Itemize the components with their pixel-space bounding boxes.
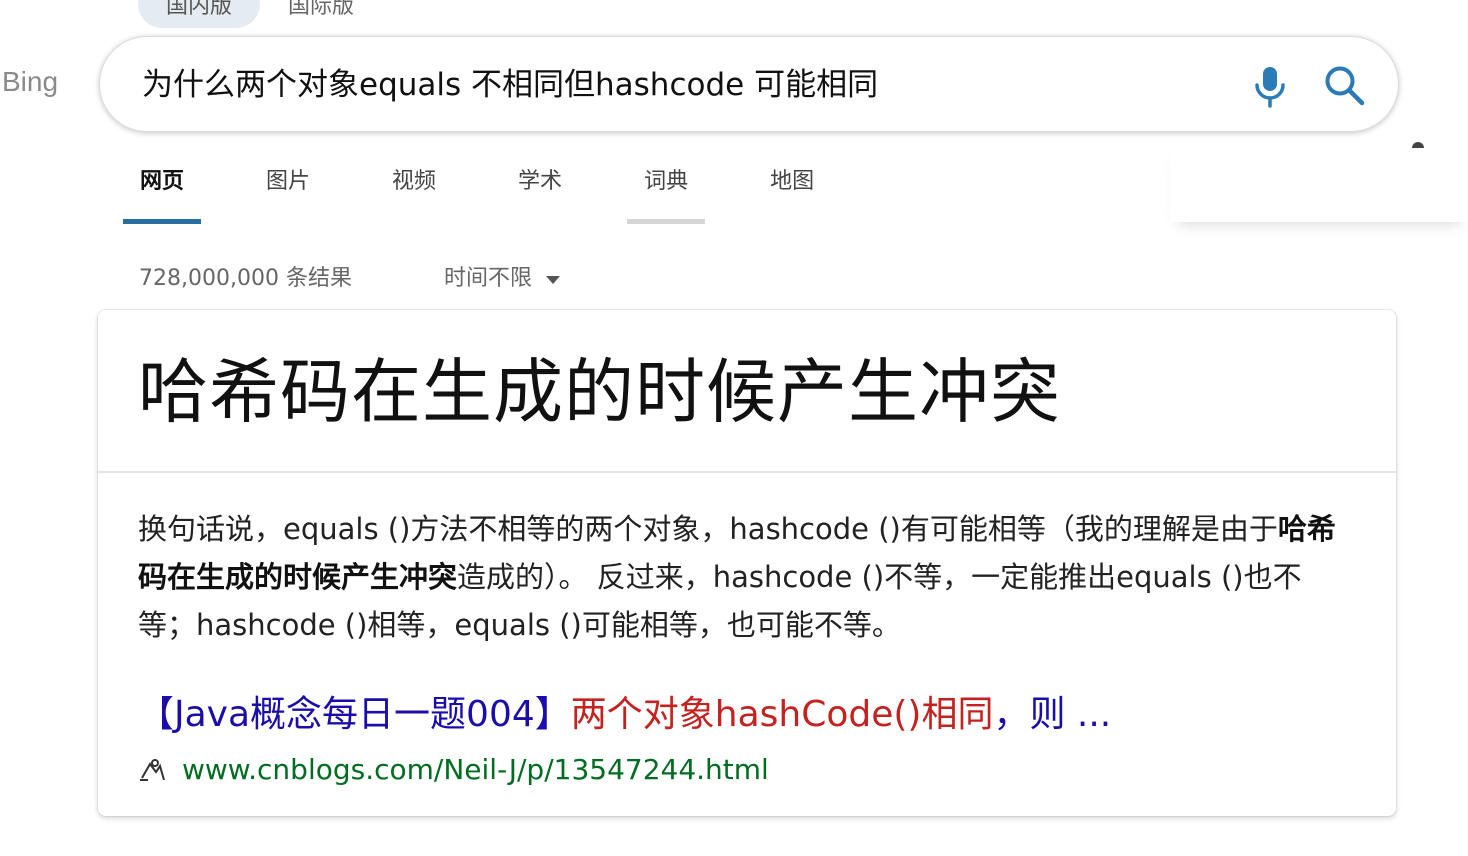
search-box [99,36,1399,132]
results-count: 728,000,000 条结果 [139,266,352,291]
snippet-text-before: 换句话说，equals ()方法不相等的两个对象，hashcode ()有可能相… [138,512,1278,546]
microphone-icon[interactable] [1250,63,1290,109]
result-link-title[interactable]: 【Java概念每日一题004】两个对象hashCode()相同，则 ... [138,690,1111,740]
tab-images[interactable]: 图片 [249,160,327,224]
search-input[interactable] [142,65,1222,105]
site-favicon-icon [140,759,165,781]
tab-academic[interactable]: 学术 [501,160,579,224]
scope-tabs: 国内版 国际版 [138,0,382,28]
tab-videos[interactable]: 视频 [375,160,453,224]
answer-title: 哈希码在生成的时候产生冲突 [138,351,1061,433]
result-url[interactable]: www.cnblogs.com/Neil-J/p/13547244.html [138,750,769,790]
side-panel-edge [1170,140,1468,222]
divider [98,471,1396,473]
scope-tab-international[interactable]: 国际版 [260,0,382,28]
result-title-part2[interactable]: ，则 ... [993,694,1111,735]
scope-tab-domestic[interactable]: 国内版 [138,0,261,28]
answer-card: 哈希码在生成的时候产生冲突 换句话说，equals ()方法不相等的两个对象，h… [98,310,1396,816]
caret-down-icon [546,276,561,284]
answer-snippet: 换句话说，equals ()方法不相等的两个对象，hashcode ()有可能相… [138,505,1358,649]
time-filter-dropdown[interactable]: 时间不限 [444,264,561,294]
tab-maps[interactable]: 地图 [753,160,831,224]
tab-web[interactable]: 网页 [123,160,202,224]
panel-corner-mark [1412,142,1424,148]
bing-logo[interactable]: Bing [2,66,58,98]
result-title-highlight[interactable]: 两个对象hashCode()相同 [571,694,994,735]
search-icon[interactable] [1322,63,1368,109]
result-url-text[interactable]: www.cnblogs.com/Neil-J/p/13547244.html [182,750,769,790]
tab-dictionary[interactable]: 词典 [627,160,706,224]
result-title-part1[interactable]: 【Java概念每日一题004】 [138,694,571,735]
time-filter-label: 时间不限 [444,266,533,291]
vertical-nav: 网页 图片 视频 学术 词典 地图 [123,160,879,224]
